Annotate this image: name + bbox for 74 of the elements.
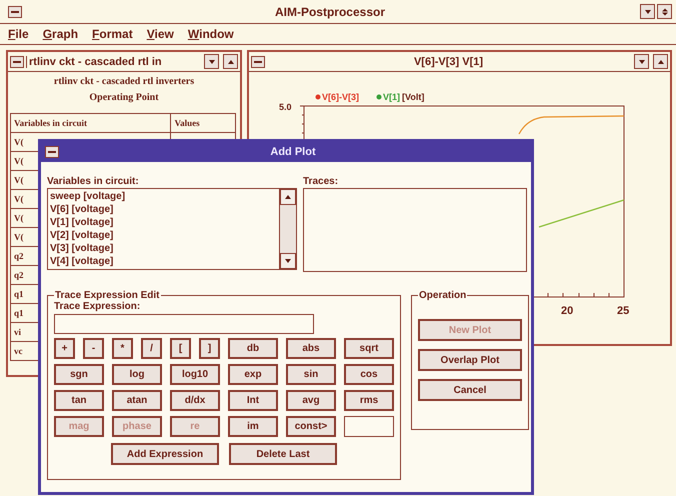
system-menu-button[interactable] (8, 6, 22, 18)
button[interactable]: sqrt (344, 338, 394, 359)
button[interactable]: cos (344, 364, 394, 385)
button[interactable]: log (112, 364, 162, 385)
maximize-button[interactable] (653, 54, 668, 69)
button[interactable]: / (141, 338, 162, 359)
up-triangle-icon (656, 58, 664, 66)
menu-item[interactable]: Format (92, 27, 133, 41)
axis-tick-label: 25 (617, 305, 630, 317)
button[interactable]: atan (112, 390, 162, 411)
traces-list[interactable] (303, 188, 527, 272)
minimize-button[interactable] (204, 54, 219, 69)
axis-tick-label: 5.0 (279, 102, 292, 112)
column-header: Variables in circuit (10, 114, 171, 132)
button[interactable]: const> (286, 416, 336, 437)
down-triangle-icon (644, 8, 652, 16)
window-title: V[6]-V[3] V[1] (412, 56, 484, 68)
group-title: Trace Expression Edit (54, 290, 160, 301)
button[interactable]: sin (286, 364, 336, 385)
group-title: Operation (418, 290, 468, 301)
button[interactable]: abs (286, 338, 336, 359)
input-field[interactable] (54, 314, 314, 334)
report-heading: rtlinv ckt - cascaded rtl inverters (52, 76, 196, 87)
menu-item[interactable]: Window (188, 27, 234, 41)
maximize-button[interactable] (223, 54, 238, 69)
scrollbar[interactable] (279, 189, 296, 269)
button[interactable]: + (54, 338, 75, 359)
unit-label: [Volt] (402, 92, 424, 102)
button[interactable]: rms (344, 390, 394, 411)
button[interactable]: - (83, 338, 104, 359)
button[interactable]: Cancel (418, 379, 522, 401)
button[interactable]: * (112, 338, 133, 359)
axis-tick-label: 20 (561, 305, 574, 317)
field-label: Trace Expression: (54, 301, 142, 312)
legend-label: V[6]-V[3] (322, 92, 360, 102)
restore-button[interactable] (657, 4, 672, 19)
menu-item[interactable]: File (8, 27, 29, 41)
button[interactable]: tan (54, 390, 104, 411)
field-label: Traces: (303, 176, 340, 187)
system-menu-button[interactable] (251, 56, 265, 68)
menu-item[interactable]: View (146, 27, 174, 41)
window-title: AIM-Postprocessor (274, 4, 386, 18)
button[interactable]: Overlap Plot (418, 349, 522, 371)
field-label: Variables in circuit: (47, 176, 140, 187)
minimize-button[interactable] (634, 54, 649, 69)
down-triangle-icon (284, 257, 292, 265)
button[interactable]: db (228, 338, 278, 359)
button[interactable]: avg (286, 390, 336, 411)
button[interactable]: im (228, 416, 278, 437)
column-header: Values (170, 114, 236, 132)
button[interactable]: [ (170, 338, 191, 359)
system-menu-button[interactable] (45, 146, 59, 158)
up-down-arrows-icon (660, 8, 668, 16)
system-menu-button[interactable] (10, 56, 24, 68)
button[interactable]: sgn (54, 364, 104, 385)
menu-item[interactable]: Graph (42, 27, 78, 41)
button[interactable]: d/dx (170, 390, 220, 411)
window-title: rtlinv ckt - cascaded rtl in (26, 56, 200, 68)
up-triangle-icon (226, 58, 234, 66)
button[interactable]: Int (228, 390, 278, 411)
legend-label: V[1] (383, 92, 400, 102)
dialog-title: Add Plot (269, 146, 317, 158)
variable-list[interactable]: sweep [voltage] V[6] [voltage] V[1] [voltage] V[2] [voltage] V[3] [voltage] V[4] [voltage] (47, 188, 297, 270)
input-field[interactable] (344, 416, 394, 437)
down-triangle-icon (638, 58, 646, 66)
button[interactable]: ] (199, 338, 220, 359)
button[interactable]: Delete Last (229, 443, 337, 465)
up-triangle-icon (284, 193, 292, 201)
button[interactable]: log10 (170, 364, 220, 385)
button[interactable]: exp (228, 364, 278, 385)
down-triangle-icon (208, 58, 216, 66)
button[interactable]: Add Expression (111, 443, 219, 465)
minimize-button[interactable] (640, 4, 655, 19)
report-subheading: Operating Point (88, 92, 160, 103)
